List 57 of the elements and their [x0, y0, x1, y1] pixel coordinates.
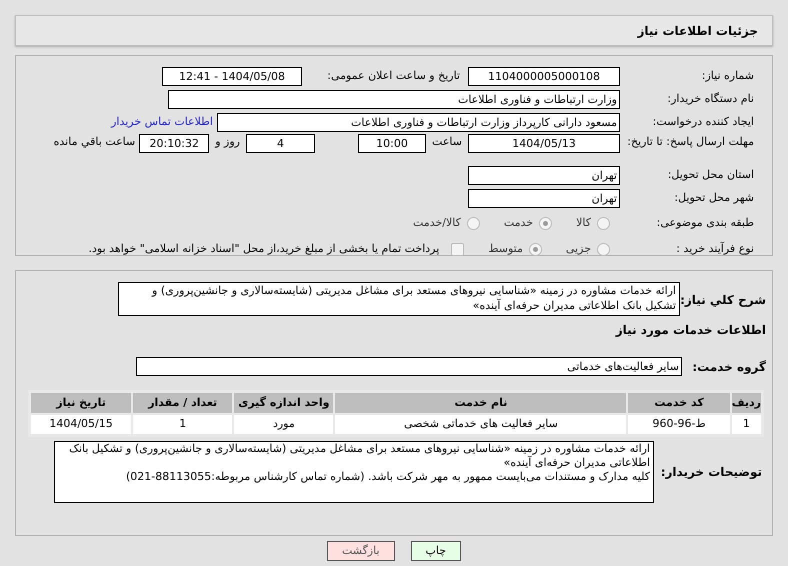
field-label: ساعت — [431, 134, 463, 150]
province-field[interactable]: تهران — [468, 166, 620, 185]
radio-label: جزیی — [566, 240, 591, 257]
column-header: تعداد / مقدار — [132, 392, 234, 414]
radio-button[interactable] — [597, 216, 610, 230]
field-label: تاریخ و ساعت اعلان عمومی: — [326, 68, 461, 84]
service-group-field[interactable]: سایر فعالیت‌های خدماتی — [136, 357, 682, 376]
column-header: تاریخ نیاز — [30, 392, 132, 414]
requester-field[interactable]: مسعود دارانی کارپرداز وزارت ارتباطات و فناوری اطلاعات — [217, 113, 620, 132]
section-heading: اطلاعات خدمات مورد نیاز — [614, 322, 766, 339]
deadline-time-field[interactable]: 10:00 — [358, 134, 426, 153]
days-field[interactable]: 4 — [246, 134, 315, 153]
radio-button[interactable] — [528, 242, 542, 256]
field-label: شماره نیاز: — [700, 68, 754, 84]
radio-label: خدمت — [504, 214, 534, 231]
field-label: ساعت باقي مانده — [54, 134, 136, 150]
radio-button[interactable] — [539, 216, 552, 230]
announce-date-field[interactable]: 1404/05/08 - 12:41 — [162, 67, 302, 86]
field-label: مهلت ارسال پاسخ: تا تاریخ: — [626, 134, 754, 149]
table-cell: سایر فعالیت های خدماتی شخصی — [334, 414, 628, 436]
field-label: استان محل تحویل: — [666, 167, 754, 184]
column-header: کد خدمت — [627, 392, 731, 414]
description-field[interactable]: ارائه خدمات مشاوره در زمینه «شناسایی نیروهای مستعد برای مشاغل مدیریتی (شایسته‌سالاری و جانشین‌پروری) و تشکیل بانک اطلاعاتی مدیران حرفه‌ای آینده» — [118, 282, 680, 316]
field-label: ایجاد کننده درخواست: — [652, 114, 754, 130]
table-cell: 1404/05/15 — [30, 414, 132, 436]
radio-label: متوسط — [488, 240, 523, 257]
field-label: نوع فرآیند خرید : — [675, 240, 754, 257]
field-label: شهر محل تحویل: — [673, 190, 754, 206]
print-button[interactable]: چاپ — [410, 541, 462, 561]
table-cell: ط-96-960 — [627, 414, 731, 436]
field-label: نام دستگاه خریدار: — [666, 91, 754, 108]
field-label: گروه خدمت: — [691, 358, 766, 376]
buyer-contact-link[interactable]: اطلاعات تماس خریدار — [111, 114, 213, 131]
column-header: نام خدمت — [334, 392, 628, 414]
field-label: شرح کلي نیاز: — [680, 292, 766, 309]
radio-button[interactable] — [466, 216, 480, 230]
deadline-date-field[interactable]: 1404/05/13 — [468, 134, 620, 153]
need-number-field[interactable]: 1104000005000108 — [468, 67, 620, 86]
table-cell: 1 — [132, 414, 234, 436]
table-cell: 1 — [730, 414, 762, 436]
column-header: واحد اندازه گیری — [233, 392, 334, 414]
page-title: جزئیات اطلاعات نیاز — [637, 22, 758, 40]
buyer-notes-field[interactable]: ارائه خدمات مشاوره در زمینه «شناسایی نیروهای مستعد برای مشاغل مدیریتی (شایسته‌سالاری و جانشین‌پروری) و تشکیل بانک اطلاعاتی مدیران حرفه‌ای آینده» کلیه مدارک و مستندات می‌بایست ممهور به مهر شرکت باشد. (شماره تماس کارشناس مربوطه:88113055-021) — [54, 441, 654, 503]
table-cell: مورد — [233, 414, 334, 436]
city-field[interactable]: تهران — [468, 189, 620, 208]
remaining-time-field[interactable]: 20:10:32 — [139, 134, 210, 153]
back-button[interactable]: بازگشت — [326, 541, 395, 561]
field-label: روز و — [214, 134, 241, 150]
radio-button[interactable] — [597, 242, 610, 256]
checkbox[interactable] — [451, 242, 464, 256]
field-label: طبقه بندی موضوعی: — [656, 214, 754, 231]
radio-label: کالا — [576, 214, 591, 231]
field-label: توضیحات خریدار: — [660, 464, 763, 481]
radio-label: کالا/خدمت — [413, 214, 461, 231]
column-header: ردیف — [730, 392, 762, 414]
checkbox-label: پرداخت تمام یا بخشی از مبلغ خرید،از محل "اسناد خزانه اسلامی" خواهد بود. — [88, 240, 440, 257]
buyer-org-field[interactable]: وزارت ارتباطات و فناوری اطلاعات — [168, 90, 620, 109]
